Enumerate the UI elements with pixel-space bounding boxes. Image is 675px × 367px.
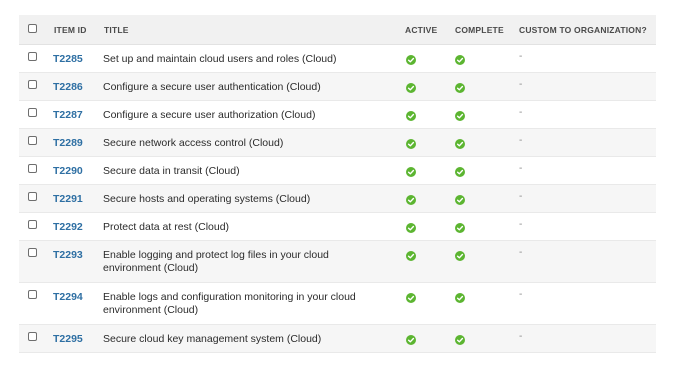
table-row[interactable]: T2295 Secure cloud key management system … bbox=[19, 325, 656, 353]
complete-check-icon bbox=[455, 195, 465, 205]
row-checkbox[interactable] bbox=[28, 220, 37, 229]
table-row[interactable]: T2294 Enable logs and configuration monit… bbox=[19, 283, 656, 325]
complete-check-icon bbox=[455, 111, 465, 121]
column-header-complete[interactable]: COMPLETE bbox=[455, 25, 504, 35]
complete-check-icon bbox=[455, 223, 465, 233]
items-table: ITEM ID TITLE ACTIVE COMPLETE CUSTOM TO … bbox=[19, 15, 656, 353]
item-id-link[interactable]: T2287 bbox=[53, 109, 83, 121]
table-row[interactable]: T2285 Set up and maintain cloud users and… bbox=[19, 45, 656, 73]
table-header: ITEM ID TITLE ACTIVE COMPLETE CUSTOM TO … bbox=[19, 15, 656, 45]
custom-to-organization-value: - bbox=[519, 79, 523, 90]
complete-check-icon bbox=[455, 293, 465, 303]
item-title: Set up and maintain cloud users and role… bbox=[103, 53, 337, 65]
item-id-link[interactable]: T2291 bbox=[53, 193, 83, 205]
table-row[interactable]: T2292 Protect data at rest (Cloud) - bbox=[19, 213, 656, 241]
row-checkbox[interactable] bbox=[28, 136, 37, 145]
active-check-icon bbox=[406, 55, 416, 65]
row-checkbox[interactable] bbox=[28, 80, 37, 89]
active-check-icon bbox=[406, 83, 416, 93]
custom-to-organization-value: - bbox=[519, 289, 523, 300]
table-row[interactable]: T2293 Enable logging and protect log file… bbox=[19, 241, 656, 283]
select-all-checkbox[interactable] bbox=[28, 24, 37, 33]
row-checkbox[interactable] bbox=[28, 52, 37, 61]
item-id-link[interactable]: T2292 bbox=[53, 221, 83, 233]
complete-check-icon bbox=[455, 139, 465, 149]
item-title: Secure hosts and operating systems (Clou… bbox=[103, 193, 311, 205]
row-checkbox[interactable] bbox=[28, 248, 37, 257]
row-checkbox[interactable] bbox=[28, 108, 37, 117]
table-row[interactable]: T2291 Secure hosts and operating systems … bbox=[19, 185, 656, 213]
custom-to-organization-value: - bbox=[519, 163, 523, 174]
table-body: T2285 Set up and maintain cloud users and… bbox=[19, 45, 656, 353]
custom-to-organization-value: - bbox=[519, 51, 523, 62]
complete-check-icon bbox=[455, 251, 465, 261]
table-row[interactable]: T2289 Secure network access control (Clou… bbox=[19, 129, 656, 157]
item-title: Enable logs and configuration monitoring… bbox=[103, 291, 356, 316]
item-title: Configure a secure user authentication (… bbox=[103, 81, 321, 93]
item-id-link[interactable]: T2286 bbox=[53, 81, 83, 93]
active-check-icon bbox=[406, 335, 416, 345]
item-id-link[interactable]: T2293 bbox=[53, 249, 83, 261]
item-id-link[interactable]: T2289 bbox=[53, 137, 83, 149]
row-checkbox[interactable] bbox=[28, 192, 37, 201]
column-header-active[interactable]: ACTIVE bbox=[405, 25, 437, 35]
item-id-link[interactable]: T2294 bbox=[53, 291, 83, 303]
complete-check-icon bbox=[455, 335, 465, 345]
row-checkbox[interactable] bbox=[28, 164, 37, 173]
column-header-title[interactable]: TITLE bbox=[104, 25, 129, 35]
active-check-icon bbox=[406, 167, 416, 177]
item-title: Protect data at rest (Cloud) bbox=[103, 221, 230, 233]
complete-check-icon bbox=[455, 167, 465, 177]
item-title: Enable logging and protect log files in … bbox=[103, 249, 329, 274]
custom-to-organization-value: - bbox=[519, 219, 523, 230]
custom-to-organization-value: - bbox=[519, 135, 523, 146]
column-header-item-id[interactable]: ITEM ID bbox=[54, 25, 87, 35]
item-title: Secure data in transit (Cloud) bbox=[103, 165, 240, 177]
active-check-icon bbox=[406, 139, 416, 149]
active-check-icon bbox=[406, 111, 416, 121]
row-checkbox[interactable] bbox=[28, 290, 37, 299]
item-id-link[interactable]: T2295 bbox=[53, 333, 83, 345]
custom-to-organization-value: - bbox=[519, 331, 523, 342]
item-id-link[interactable]: T2285 bbox=[53, 53, 83, 65]
table-row[interactable]: T2286 Configure a secure user authenticat… bbox=[19, 73, 656, 101]
column-header-custom[interactable]: CUSTOM TO ORGANIZATION? bbox=[519, 25, 647, 35]
active-check-icon bbox=[406, 223, 416, 233]
custom-to-organization-value: - bbox=[519, 107, 523, 118]
custom-to-organization-value: - bbox=[519, 247, 523, 258]
table-row[interactable]: T2290 Secure data in transit (Cloud) - bbox=[19, 157, 656, 185]
item-title: Secure cloud key management system (Clou… bbox=[103, 333, 322, 345]
row-checkbox[interactable] bbox=[28, 332, 37, 341]
complete-check-icon bbox=[455, 83, 465, 93]
active-check-icon bbox=[406, 251, 416, 261]
item-title: Secure network access control (Cloud) bbox=[103, 137, 284, 149]
active-check-icon bbox=[406, 293, 416, 303]
complete-check-icon bbox=[455, 55, 465, 65]
active-check-icon bbox=[406, 195, 416, 205]
custom-to-organization-value: - bbox=[519, 191, 523, 202]
item-title: Configure a secure user authorization (C… bbox=[103, 109, 316, 121]
table-row[interactable]: T2287 Configure a secure user authorizati… bbox=[19, 101, 656, 129]
item-id-link[interactable]: T2290 bbox=[53, 165, 83, 177]
